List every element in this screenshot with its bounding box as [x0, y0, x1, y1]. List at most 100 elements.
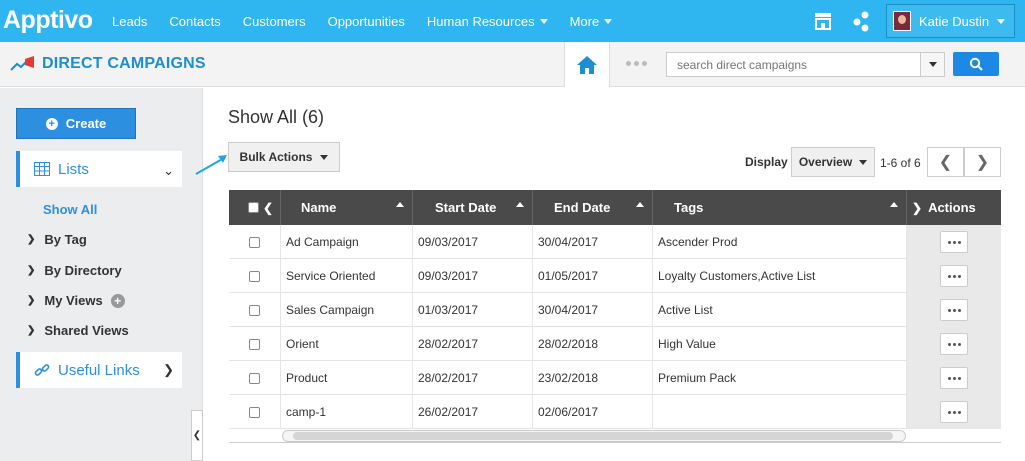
ellipsis-dot-icon — [947, 308, 951, 312]
sidebar-item-label: Shared Views — [44, 323, 129, 338]
chevron-right-icon[interactable]: ❯ — [912, 201, 922, 215]
search-button[interactable] — [953, 52, 999, 76]
sidebar-item-my-views[interactable]: ❯ My Views + — [27, 293, 125, 308]
cell-start: 28/02/2017 — [413, 327, 533, 361]
row-actions-button[interactable] — [940, 367, 968, 389]
column-header-start-date[interactable]: Start Date — [413, 190, 533, 225]
table-row[interactable]: Service Oriented 09/03/2017 01/05/2017 Loya… — [229, 259, 1001, 293]
page-count: 1-6 of 6 — [880, 156, 921, 170]
ellipsis-dot-icon — [957, 308, 961, 312]
column-header-name[interactable]: Name — [281, 190, 413, 225]
row-actions-button[interactable] — [940, 401, 968, 423]
cell-name[interactable]: Product — [281, 361, 413, 395]
cell-tags: Premium Pack — [653, 361, 907, 395]
row-actions-button[interactable] — [940, 265, 968, 287]
ellipsis-dot-icon — [957, 410, 961, 414]
prev-page-button[interactable]: ❮ — [927, 147, 964, 177]
table-row[interactable]: camp-1 26/02/2017 02/06/2017 — [229, 395, 1001, 429]
nav-human-resources-label: Human Resources — [426, 13, 535, 29]
sidebar-item-by-tag[interactable]: ❯ By Tag — [27, 232, 87, 247]
store-icon[interactable] — [812, 10, 834, 32]
ellipsis-dot-icon — [957, 240, 961, 244]
nav-contacts[interactable]: Contacts — [169, 14, 220, 29]
actions-cell — [907, 395, 1001, 429]
create-button[interactable]: + Create — [16, 108, 136, 139]
select-all-header: ❮ — [229, 190, 281, 225]
row-checkbox[interactable] — [249, 406, 260, 418]
row-actions-button[interactable] — [940, 231, 968, 253]
more-options-icon[interactable] — [626, 61, 647, 66]
bulk-actions-label: Bulk Actions — [239, 150, 313, 164]
ellipsis-dot-icon — [947, 240, 951, 244]
sidebar-item-label: My Views — [44, 293, 103, 308]
home-icon — [577, 55, 597, 74]
add-view-icon[interactable]: + — [110, 293, 125, 308]
table-row[interactable]: Ad Campaign 09/03/2017 30/04/2017 Ascender … — [229, 225, 1001, 259]
user-name: Katie Dustin — [919, 13, 990, 29]
nav-more[interactable]: More — [570, 14, 613, 29]
column-header-tags[interactable]: Tags — [653, 190, 907, 225]
sidebar-item-by-directory[interactable]: ❯ By Directory — [27, 263, 122, 278]
nav-human-resources[interactable]: Human Resources — [427, 14, 548, 29]
network-icon[interactable] — [850, 10, 872, 32]
cell-start: 09/03/2017 — [413, 225, 533, 259]
row-checkbox[interactable] — [249, 338, 260, 350]
row-actions-button[interactable] — [940, 333, 968, 355]
table-row[interactable]: Product 28/02/2017 23/02/2018 Premium Pack — [229, 361, 1001, 395]
plus-icon: + — [45, 117, 58, 130]
row-checkbox[interactable] — [249, 270, 260, 282]
horizontal-scrollbar[interactable] — [282, 430, 906, 442]
row-select-cell — [229, 395, 281, 429]
nav-opportunities[interactable]: Opportunities — [328, 14, 405, 29]
column-header-end-date[interactable]: End Date — [533, 190, 653, 225]
table-row[interactable]: Orient 28/02/2017 28/02/2018 High Value — [229, 327, 1001, 361]
table-body: Ad Campaign 09/03/2017 30/04/2017 Ascender … — [229, 225, 1001, 429]
row-select-cell — [229, 293, 281, 327]
nav-more-label: More — [569, 13, 600, 29]
sidebar-item-shared-views[interactable]: ❯ Shared Views — [27, 323, 129, 338]
next-page-button[interactable]: ❯ — [964, 147, 1001, 177]
search-dropdown[interactable] — [921, 52, 945, 77]
search-input[interactable] — [666, 52, 921, 77]
cell-name[interactable]: Orient — [281, 327, 413, 361]
select-all-checkbox[interactable] — [248, 202, 259, 213]
row-checkbox[interactable] — [249, 372, 260, 384]
nav-leads[interactable]: Leads — [112, 14, 147, 29]
table-row[interactable]: Sales Campaign 01/03/2017 30/04/2017 Active… — [229, 293, 1001, 327]
column-header-label: Name — [301, 200, 337, 215]
scrollbar-thumb[interactable] — [293, 432, 893, 440]
sort-icon — [396, 202, 404, 207]
actions-cell — [907, 361, 1001, 395]
main-nav: Leads Contacts Customers Opportunities H… — [112, 0, 634, 42]
cell-name[interactable]: camp-1 — [281, 395, 413, 429]
ellipsis-dot-icon — [947, 376, 951, 380]
collapse-sidebar-button[interactable]: ❮ — [191, 410, 203, 461]
bulk-actions-button[interactable]: Bulk Actions — [228, 142, 340, 172]
view-select[interactable]: Overview — [791, 147, 875, 177]
row-checkbox[interactable] — [249, 304, 260, 316]
row-select-cell — [229, 259, 281, 293]
sort-icon — [636, 202, 644, 207]
sidebar-lists[interactable]: Lists ⌄ — [16, 151, 182, 187]
cell-start: 26/02/2017 — [413, 395, 533, 429]
chevron-left-icon[interactable]: ❮ — [263, 201, 273, 215]
home-button[interactable] — [564, 42, 610, 87]
annotation-arrow-icon — [195, 155, 227, 175]
nav-customers[interactable]: Customers — [243, 14, 306, 29]
app-logo[interactable]: Apptivo — [3, 6, 93, 35]
cell-name[interactable]: Sales Campaign — [281, 293, 413, 327]
cell-name[interactable]: Service Oriented — [281, 259, 413, 293]
cell-name[interactable]: Ad Campaign — [281, 225, 413, 259]
campaigns-table: ❮ Name Start Date End Date Tags ❯ Action… — [229, 190, 1001, 429]
sidebar-item-show-all[interactable]: Show All — [43, 202, 97, 217]
row-select-cell — [229, 327, 281, 361]
row-checkbox[interactable] — [249, 236, 260, 248]
chevron-right-icon: ❯ — [27, 234, 36, 245]
cell-tags: Ascender Prod — [653, 225, 907, 259]
user-menu[interactable]: Katie Dustin — [886, 4, 1015, 38]
chevron-down-icon — [320, 154, 329, 160]
sidebar-useful-links[interactable]: Useful Links ❯ — [16, 352, 182, 388]
sort-icon — [516, 202, 524, 207]
divider — [229, 442, 1001, 443]
row-actions-button[interactable] — [940, 299, 968, 321]
